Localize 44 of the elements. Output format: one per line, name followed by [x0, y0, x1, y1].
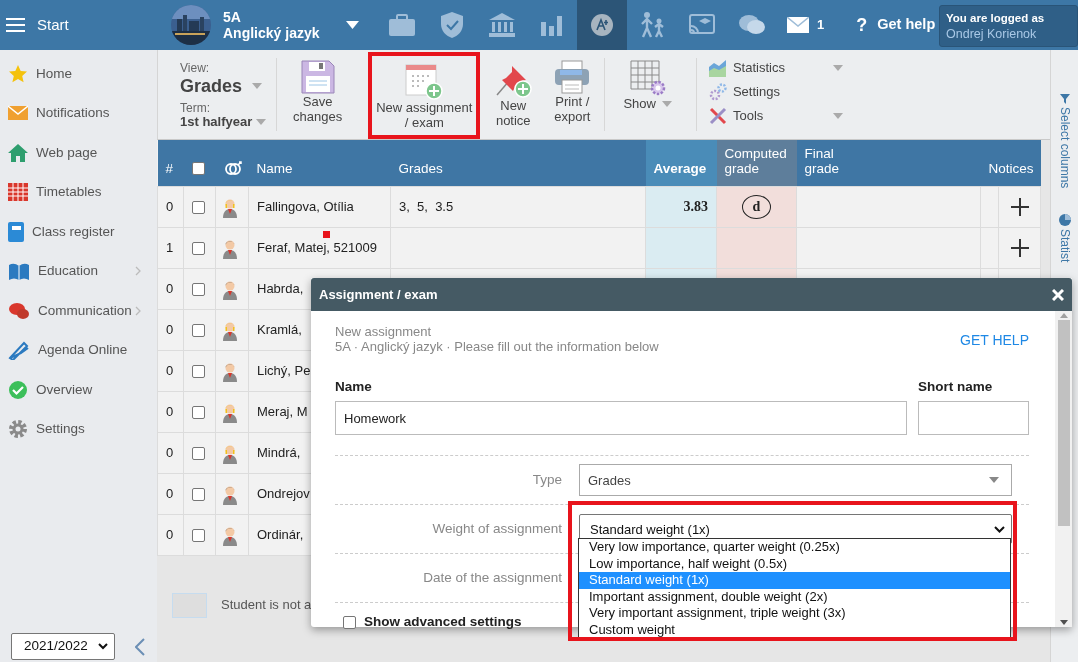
field-label: Weight of assignment [431, 520, 563, 539]
student-name: Habrda, [257, 280, 304, 296]
login-caption: You are logged as [946, 11, 1046, 26]
term-caption: Term: [180, 101, 211, 115]
student-name: Ondrejov [257, 485, 310, 501]
row-number: 0 [157, 391, 184, 432]
student-name: Lichý, Pe [257, 362, 311, 378]
view-caption: View: [180, 61, 211, 75]
student-name: Fallingova, Otília [257, 198, 354, 214]
column-header: Computed grade [716, 140, 797, 186]
field-label: Type [531, 471, 563, 490]
row-number: 0 [157, 350, 184, 391]
field-label: Date of the assignment [422, 569, 563, 588]
student-name: Ordinár, [257, 526, 304, 542]
subject-name: Anglický jazyk [223, 25, 320, 41]
student-name: Feraf, Matej, 521009 [257, 239, 377, 255]
row-number: 0 [157, 309, 184, 350]
column-header: Final grade [796, 140, 981, 186]
student-name: Mindrá, [257, 444, 301, 460]
column-header: Name [248, 140, 391, 186]
dialog-context: 5A · Anglický jazyk · Please fill out the information below [335, 339, 659, 354]
average-value: 3.83 [683, 199, 708, 214]
row-number: 0 [157, 473, 184, 514]
message-count: 1 [817, 16, 825, 35]
row-number: 0 [157, 432, 184, 473]
column-header: Notices [980, 140, 1041, 186]
student-name: Meraj, M [257, 403, 308, 419]
field-label: Short name [918, 378, 994, 396]
field-label: Name [335, 378, 373, 396]
class-name: 5A [223, 9, 242, 25]
row-number: 0 [157, 514, 184, 555]
student-name: Kramlá, [257, 321, 302, 337]
help-icon: ? [856, 11, 868, 39]
grade-list: 3, 5, 3.5 [399, 198, 454, 214]
dialog-title: Assignment / exam [319, 285, 438, 304]
dialog-subtitle: New assignment [335, 324, 433, 339]
row-number: 0 [157, 268, 184, 309]
checkbox-label: Show advanced settings [364, 613, 522, 631]
row-number: 0 [157, 186, 184, 227]
column-header: Average [645, 140, 717, 186]
column-header: Grades [390, 140, 646, 186]
column-header: # [157, 140, 184, 186]
row-number: 1 [157, 227, 184, 268]
legend-text: Student is not a [221, 596, 312, 615]
